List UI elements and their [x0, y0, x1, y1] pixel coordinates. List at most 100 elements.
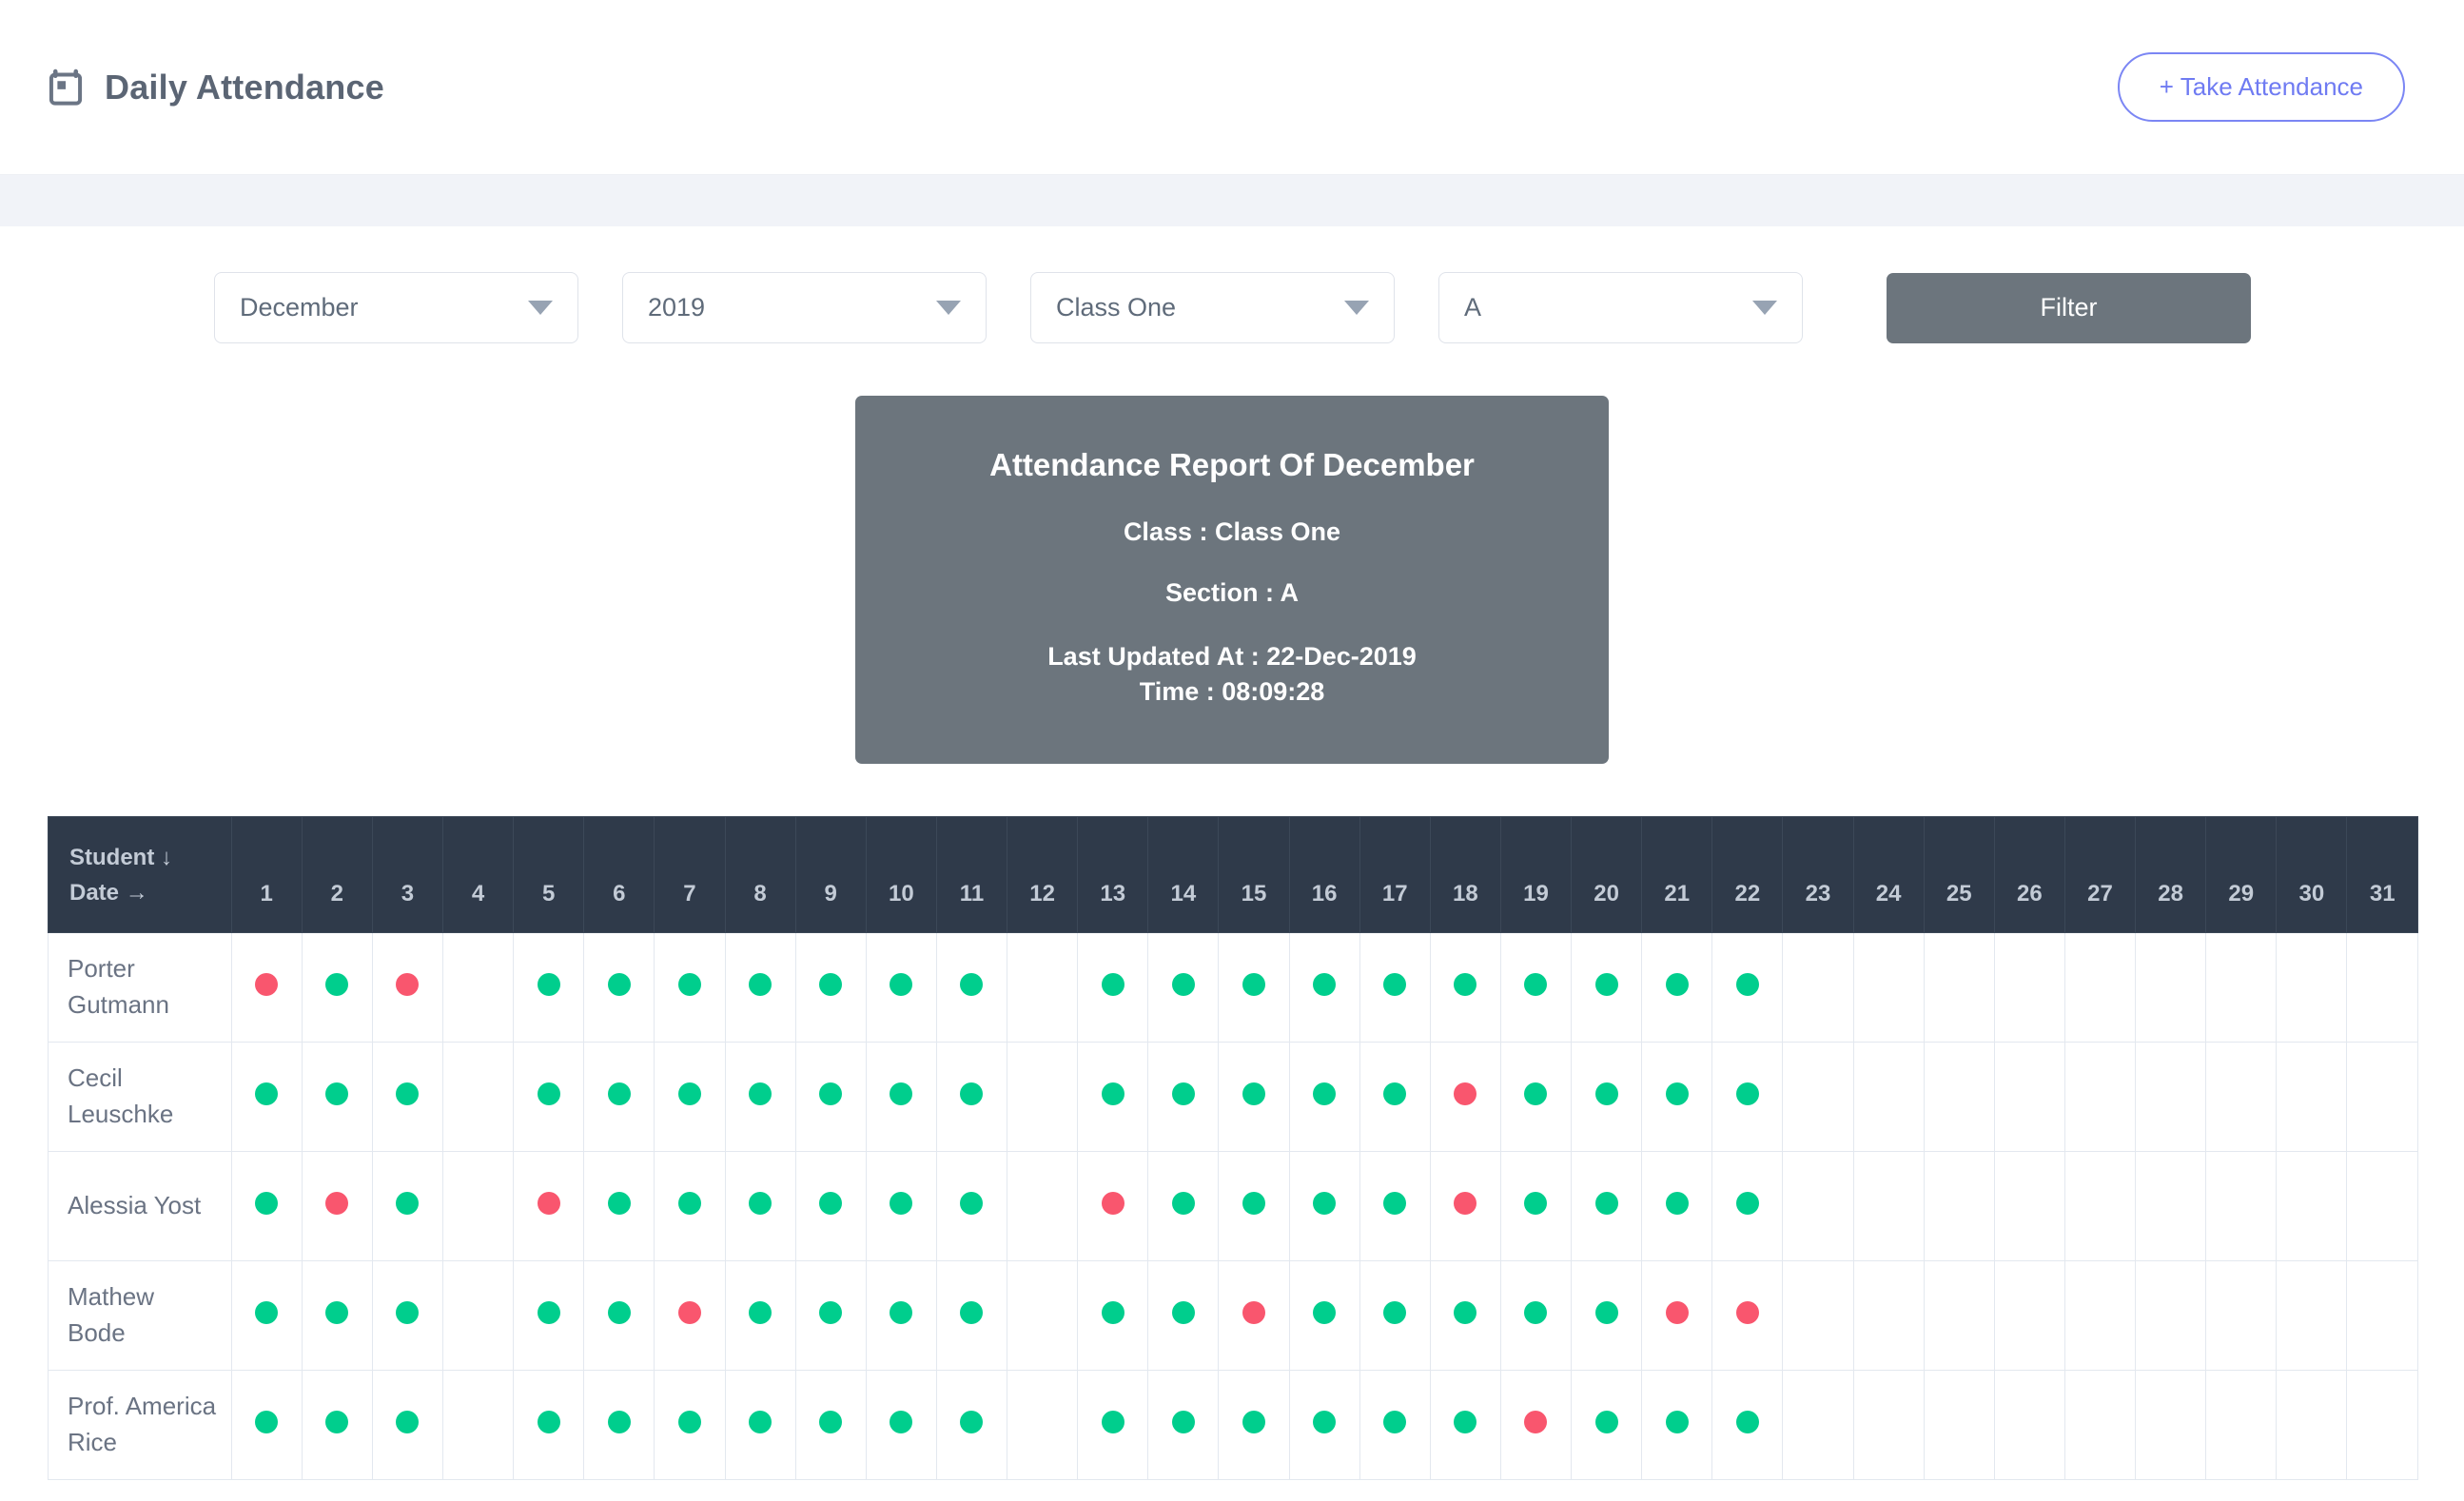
attendance-cell[interactable] [1782, 931, 1854, 1043]
attendance-cell[interactable] [935, 1259, 1008, 1371]
attendance-cell[interactable] [1147, 931, 1220, 1043]
attendance-cell[interactable] [1077, 931, 1149, 1043]
attendance-cell[interactable] [1711, 1369, 1784, 1480]
attendance-cell[interactable] [935, 1041, 1008, 1152]
attendance-cell[interactable] [442, 1369, 515, 1480]
attendance-cell[interactable] [371, 1369, 444, 1480]
attendance-cell[interactable] [2205, 1041, 2278, 1152]
attendance-cell[interactable] [1499, 1369, 1573, 1480]
attendance-cell[interactable] [1852, 1041, 1925, 1152]
attendance-cell[interactable] [1218, 1041, 1290, 1152]
take-attendance-button[interactable]: + Take Attendance [2117, 52, 2405, 122]
attendance-cell[interactable] [935, 1369, 1008, 1480]
attendance-cell[interactable] [1218, 1150, 1290, 1261]
attendance-cell[interactable] [1923, 1150, 1995, 1261]
attendance-cell[interactable] [654, 1041, 726, 1152]
attendance-cell[interactable] [1852, 1259, 1925, 1371]
attendance-cell[interactable] [1923, 1369, 1995, 1480]
section-select[interactable]: A [1438, 272, 1803, 343]
attendance-cell[interactable] [1993, 1259, 2065, 1371]
attendance-cell[interactable] [1711, 931, 1784, 1043]
attendance-cell[interactable] [1993, 931, 2065, 1043]
attendance-cell[interactable] [935, 931, 1008, 1043]
attendance-cell[interactable] [1007, 931, 1079, 1043]
attendance-cell[interactable] [1218, 931, 1290, 1043]
attendance-cell[interactable] [1007, 1259, 1079, 1371]
attendance-cell[interactable] [1993, 1150, 2065, 1261]
attendance-cell[interactable] [1993, 1369, 2065, 1480]
attendance-cell[interactable] [1782, 1369, 1854, 1480]
attendance-cell[interactable] [865, 931, 937, 1043]
attendance-cell[interactable] [1852, 1150, 1925, 1261]
attendance-cell[interactable] [301, 1150, 373, 1261]
attendance-cell[interactable] [371, 1259, 444, 1371]
attendance-cell[interactable] [1571, 1369, 1643, 1480]
attendance-cell[interactable] [1641, 1259, 1713, 1371]
attendance-cell[interactable] [1571, 1150, 1643, 1261]
attendance-cell[interactable] [513, 1041, 585, 1152]
attendance-cell[interactable] [654, 931, 726, 1043]
attendance-cell[interactable] [1359, 1259, 1431, 1371]
attendance-cell[interactable] [2346, 1369, 2418, 1480]
attendance-cell[interactable] [1288, 1369, 1360, 1480]
attendance-cell[interactable] [1359, 1150, 1431, 1261]
attendance-cell[interactable] [654, 1259, 726, 1371]
attendance-cell[interactable] [1429, 1369, 1501, 1480]
filter-button[interactable]: Filter [1887, 272, 2251, 343]
attendance-cell[interactable] [1499, 1150, 1573, 1261]
attendance-cell[interactable] [301, 1369, 373, 1480]
attendance-cell[interactable] [442, 931, 515, 1043]
attendance-cell[interactable] [230, 1041, 303, 1152]
attendance-cell[interactable] [1571, 931, 1643, 1043]
attendance-cell[interactable] [1499, 931, 1573, 1043]
attendance-cell[interactable] [2276, 1041, 2348, 1152]
attendance-cell[interactable] [2063, 1150, 2137, 1261]
attendance-cell[interactable] [724, 931, 796, 1043]
attendance-cell[interactable] [1147, 1150, 1220, 1261]
attendance-cell[interactable] [1782, 1150, 1854, 1261]
attendance-cell[interactable] [1711, 1259, 1784, 1371]
attendance-cell[interactable] [1641, 1150, 1713, 1261]
attendance-cell[interactable] [1923, 1041, 1995, 1152]
attendance-cell[interactable] [1923, 1259, 1995, 1371]
attendance-cell[interactable] [442, 1041, 515, 1152]
attendance-cell[interactable] [583, 1369, 655, 1480]
attendance-cell[interactable] [1641, 931, 1713, 1043]
attendance-cell[interactable] [865, 1259, 937, 1371]
attendance-cell[interactable] [1571, 1259, 1643, 1371]
attendance-cell[interactable] [1782, 1041, 1854, 1152]
attendance-cell[interactable] [1429, 1259, 1501, 1371]
attendance-cell[interactable] [1077, 1259, 1149, 1371]
attendance-cell[interactable] [794, 1369, 867, 1480]
attendance-cell[interactable] [1288, 1041, 1360, 1152]
attendance-cell[interactable] [442, 1259, 515, 1371]
attendance-cell[interactable] [2063, 1259, 2137, 1371]
attendance-cell[interactable] [1147, 1259, 1220, 1371]
attendance-cell[interactable] [230, 1259, 303, 1371]
attendance-cell[interactable] [2135, 1041, 2207, 1152]
attendance-cell[interactable] [865, 1150, 937, 1261]
attendance-cell[interactable] [1218, 1259, 1290, 1371]
class-select[interactable]: Class One [1030, 272, 1395, 343]
attendance-cell[interactable] [2135, 1369, 2207, 1480]
attendance-cell[interactable] [1359, 1369, 1431, 1480]
attendance-cell[interactable] [1007, 1150, 1079, 1261]
attendance-cell[interactable] [2205, 1259, 2278, 1371]
attendance-cell[interactable] [724, 1259, 796, 1371]
attendance-cell[interactable] [2346, 1150, 2418, 1261]
attendance-cell[interactable] [724, 1369, 796, 1480]
attendance-cell[interactable] [1429, 1041, 1501, 1152]
attendance-cell[interactable] [2063, 931, 2137, 1043]
attendance-cell[interactable] [865, 1369, 937, 1480]
attendance-cell[interactable] [1782, 1259, 1854, 1371]
attendance-cell[interactable] [2346, 1259, 2418, 1371]
attendance-cell[interactable] [2205, 931, 2278, 1043]
attendance-cell[interactable] [1359, 1041, 1431, 1152]
attendance-cell[interactable] [513, 1259, 585, 1371]
attendance-cell[interactable] [654, 1369, 726, 1480]
attendance-cell[interactable] [1218, 1369, 1290, 1480]
attendance-cell[interactable] [583, 1259, 655, 1371]
attendance-cell[interactable] [2135, 1150, 2207, 1261]
attendance-cell[interactable] [1711, 1150, 1784, 1261]
attendance-cell[interactable] [1711, 1041, 1784, 1152]
